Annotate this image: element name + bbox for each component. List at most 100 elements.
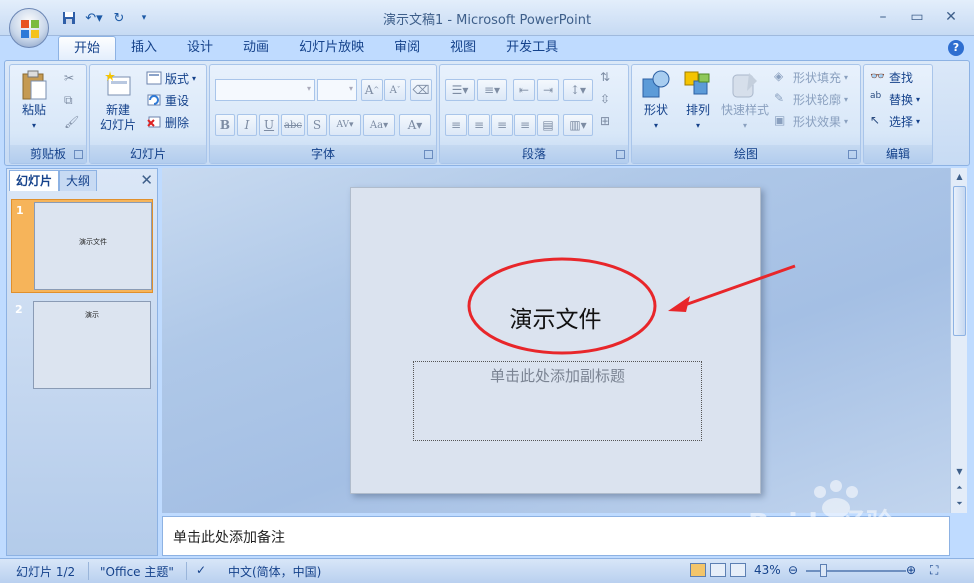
tab-home[interactable]: 开始 bbox=[58, 36, 117, 60]
delete-icon bbox=[146, 114, 162, 130]
cursor-icon: ↖ bbox=[870, 113, 881, 127]
theme-name[interactable]: "Office 主题" bbox=[100, 563, 174, 580]
tab-design[interactable]: 设计 bbox=[172, 36, 228, 60]
paste-dropdown-icon[interactable]: ▾ bbox=[32, 118, 36, 133]
cut-button[interactable]: ✂ bbox=[64, 69, 80, 89]
office-logo-icon bbox=[21, 20, 39, 38]
shape-fill-button[interactable]: ◈ 形状填充 ▾ bbox=[774, 67, 848, 87]
numbering-button[interactable]: ≡▾ bbox=[477, 79, 507, 101]
slide-counter: 幻灯片 1/2 bbox=[16, 565, 76, 579]
maximize-icon[interactable]: ▭ bbox=[902, 6, 932, 28]
tab-slides[interactable]: 幻灯片 bbox=[9, 170, 60, 191]
columns-button[interactable]: ▥▾ bbox=[563, 114, 593, 136]
replace-button[interactable]: ab 替换 ▾ bbox=[870, 89, 920, 109]
copy-button[interactable]: ⧉ bbox=[64, 91, 80, 111]
shape-effects-button[interactable]: ▣ 形状效果 ▾ bbox=[774, 111, 848, 131]
drawing-launcher-icon[interactable] bbox=[848, 150, 857, 159]
scrollbar-thumb[interactable] bbox=[953, 186, 966, 336]
paragraph-launcher-icon[interactable] bbox=[616, 150, 625, 159]
current-slide[interactable]: 演示文件 单击此处添加副标题 bbox=[350, 187, 761, 494]
slide-title[interactable]: 演示文件 bbox=[351, 300, 760, 334]
delete-button[interactable]: 删除 bbox=[146, 112, 189, 132]
outline-pen-icon: ✎ bbox=[774, 91, 785, 105]
strikethrough-button[interactable]: abc bbox=[281, 114, 305, 136]
font-size-select[interactable]: ▾ bbox=[317, 79, 357, 101]
normal-view-icon[interactable] bbox=[690, 563, 706, 577]
shadow-button[interactable]: S bbox=[307, 114, 327, 136]
grow-font-button[interactable]: A ^ bbox=[361, 79, 383, 101]
scroll-up-icon[interactable]: ▲ bbox=[952, 169, 967, 184]
thumbnail-preview: 演示文件 bbox=[34, 202, 152, 290]
tab-view[interactable]: 视图 bbox=[435, 36, 491, 60]
tab-animations[interactable]: 动画 bbox=[228, 36, 284, 60]
line-spacing-button[interactable]: ↕▾ bbox=[563, 79, 593, 101]
align-left-button[interactable]: ≡ bbox=[445, 114, 467, 136]
subtitle-placeholder[interactable]: 单击此处添加副标题 bbox=[413, 361, 702, 441]
change-case-button[interactable]: Aa▾ bbox=[363, 114, 395, 136]
bullets-button[interactable]: ☰▾ bbox=[445, 79, 475, 101]
thumbnail-text: 演示 bbox=[85, 311, 99, 319]
text-direction-icon[interactable]: ⇅ bbox=[600, 67, 610, 87]
copy-icon: ⧉ bbox=[64, 93, 73, 107]
group-label-paragraph: 段落 bbox=[440, 145, 628, 163]
close-icon[interactable]: ✕ bbox=[936, 6, 966, 28]
slide-thumbnail-1[interactable]: 1 演示文件 bbox=[11, 199, 153, 293]
font-color-button[interactable]: A▾ bbox=[399, 114, 431, 136]
char-spacing-button[interactable]: AV▾ bbox=[329, 114, 361, 136]
new-slide-button[interactable]: 新建 幻灯片 bbox=[94, 69, 142, 133]
paste-button[interactable]: 粘贴 ▾ bbox=[16, 69, 52, 133]
tab-outline[interactable]: 大纲 bbox=[59, 170, 98, 191]
align-center-button[interactable]: ≡ bbox=[468, 114, 490, 136]
layout-label: 版式 bbox=[165, 71, 190, 86]
bold-button[interactable]: B bbox=[215, 114, 235, 136]
shape-outline-button[interactable]: ✎ 形状轮廓 ▾ bbox=[774, 89, 848, 109]
next-slide-icon[interactable]: ⏷ bbox=[952, 496, 967, 511]
ribbon: 粘贴 ▾ ✂ ⧉ 🖌 剪贴板 新建 幻灯片 版式 ▾ 重设 删除 幻灯片 ▾ ▾… bbox=[4, 60, 970, 166]
layout-button[interactable]: 版式 ▾ bbox=[146, 68, 196, 88]
minimize-icon[interactable]: – bbox=[868, 6, 898, 28]
select-button[interactable]: ↖ 选择 ▾ bbox=[870, 111, 920, 131]
underline-button[interactable]: U bbox=[259, 114, 279, 136]
increase-indent-button[interactable]: ⇥ bbox=[537, 79, 559, 101]
close-icon[interactable]: ✕ bbox=[140, 171, 153, 189]
find-button[interactable]: 👓 查找 bbox=[870, 67, 913, 87]
distribute-button[interactable]: ▤ bbox=[537, 114, 559, 136]
font-size-dropdown-icon[interactable]: ▾ bbox=[349, 84, 353, 93]
slide-sorter-icon[interactable] bbox=[710, 563, 726, 577]
slides-pane: 幻灯片 大纲 ✕ 1 演示文件 2 演示 bbox=[6, 168, 158, 556]
tab-developer[interactable]: 开发工具 bbox=[491, 36, 573, 60]
format-painter-button[interactable]: 🖌 bbox=[64, 113, 80, 133]
slide-thumbnail-2[interactable]: 2 演示 bbox=[11, 299, 153, 393]
tab-insert[interactable]: 插入 bbox=[116, 36, 172, 60]
shape-outline-label: 形状轮廓 bbox=[793, 92, 842, 107]
vertical-scrollbar[interactable]: ▲ ▼ ⏶ ⏷ bbox=[950, 168, 967, 513]
reset-button[interactable]: 重设 bbox=[146, 90, 189, 110]
font-launcher-icon[interactable] bbox=[424, 150, 433, 159]
align-text-icon[interactable]: ⇳ bbox=[600, 89, 610, 109]
paste-icon bbox=[22, 70, 47, 100]
font-family-select[interactable]: ▾ bbox=[215, 79, 315, 101]
italic-button[interactable]: I bbox=[237, 114, 257, 136]
tab-slide-show[interactable]: 幻灯片放映 bbox=[284, 36, 379, 60]
decrease-indent-button[interactable]: ⇤ bbox=[513, 79, 535, 101]
align-right-button[interactable]: ≡ bbox=[491, 114, 513, 136]
smartart-icon[interactable]: ⊞ bbox=[600, 111, 610, 131]
office-button[interactable] bbox=[9, 8, 49, 48]
slide-canvas: 演示文件 单击此处添加副标题 bbox=[162, 168, 950, 513]
spellcheck-icon[interactable]: ✓ bbox=[196, 563, 206, 577]
help-icon[interactable]: ? bbox=[948, 40, 964, 56]
new-slide-label-1: 新建 bbox=[105, 103, 130, 117]
justify-button[interactable]: ≡ bbox=[514, 114, 536, 136]
layout-icon bbox=[146, 70, 162, 86]
quick-styles-button[interactable]: 快速样式 ▾ bbox=[720, 69, 770, 133]
arrange-button[interactable]: 排列 ▾ bbox=[678, 69, 718, 133]
shape-button[interactable]: 形状 ▾ bbox=[636, 69, 676, 133]
clipboard-launcher-icon[interactable] bbox=[74, 150, 83, 159]
language[interactable]: 中文(简体，中国) bbox=[228, 563, 321, 580]
tab-review[interactable]: 审阅 bbox=[379, 36, 435, 60]
scroll-down-icon[interactable]: ▼ bbox=[952, 464, 967, 479]
previous-slide-icon[interactable]: ⏶ bbox=[952, 480, 967, 495]
font-family-dropdown-icon[interactable]: ▾ bbox=[307, 84, 311, 93]
shrink-font-button[interactable]: Aˇ bbox=[384, 79, 406, 101]
clear-format-icon[interactable]: ⌫ bbox=[410, 79, 432, 101]
